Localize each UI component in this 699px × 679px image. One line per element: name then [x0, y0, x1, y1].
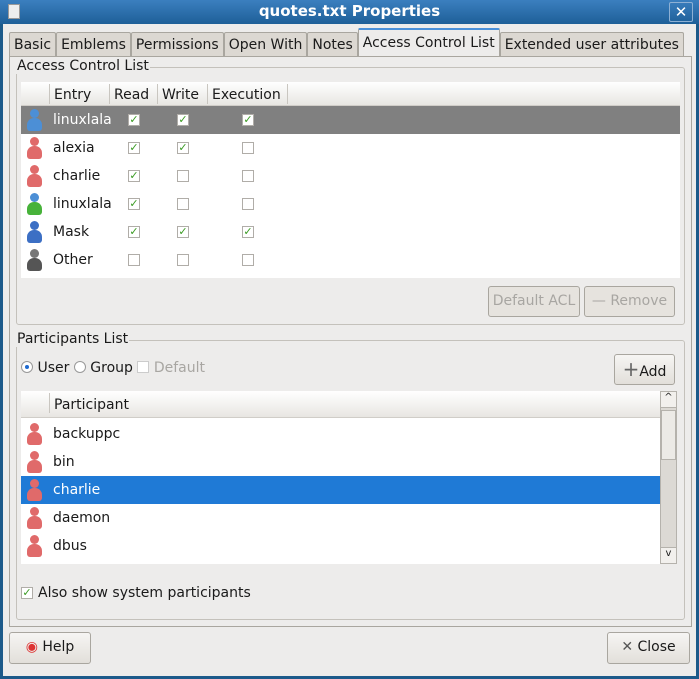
- group-icon: [25, 193, 43, 215]
- execution-checkbox[interactable]: [242, 254, 254, 266]
- tab-emblems[interactable]: Emblems: [56, 32, 131, 57]
- show-system-checkbox[interactable]: ✓: [21, 587, 33, 599]
- tab-open-with[interactable]: Open With: [223, 32, 308, 57]
- write-checkbox[interactable]: [177, 254, 189, 266]
- column-participant[interactable]: Participant: [50, 393, 661, 413]
- window-title: quotes.txt Properties: [258, 2, 441, 20]
- default-acl-button[interactable]: Default ACL: [488, 286, 580, 317]
- acl-entry: linuxlala: [53, 112, 112, 128]
- scrollbar[interactable]: ^ v: [660, 391, 677, 564]
- participants-frame-title: Participants List: [16, 331, 130, 347]
- participant-name: dbus: [53, 538, 87, 554]
- acl-frame: Access Control List Entry Read Write Exe…: [16, 58, 685, 325]
- group-radio[interactable]: [73, 361, 86, 373]
- write-checkbox[interactable]: [177, 170, 189, 182]
- participant-row[interactable]: backuppc: [21, 420, 661, 448]
- user-red-icon: [25, 507, 43, 529]
- user-blue-icon: [25, 109, 43, 131]
- write-checkbox[interactable]: ✓: [177, 114, 189, 126]
- close-icon: ✕: [621, 639, 638, 655]
- acl-row[interactable]: linuxlala ✓ ✓ ✓: [21, 106, 680, 134]
- acl-row[interactable]: Mask ✓ ✓ ✓: [21, 218, 680, 246]
- default-checkbox[interactable]: [137, 361, 150, 373]
- acl-row[interactable]: charlie ✓: [21, 162, 680, 190]
- read-checkbox[interactable]: ✓: [128, 170, 140, 182]
- participant-name: backuppc: [53, 426, 121, 442]
- write-checkbox[interactable]: ✓: [177, 142, 189, 154]
- user-red-icon: [25, 451, 43, 473]
- execution-checkbox[interactable]: [242, 198, 254, 210]
- acl-entry: linuxlala: [53, 196, 112, 212]
- close-button[interactable]: ✕ Close: [607, 632, 690, 664]
- participant-type: User Group Default: [21, 359, 205, 377]
- acl-frame-title: Access Control List: [16, 58, 150, 74]
- acl-header: Entry Read Write Execution: [21, 82, 680, 106]
- acl-row[interactable]: linuxlala ✓: [21, 190, 680, 218]
- close-window-button[interactable]: ✕: [669, 2, 693, 22]
- column-execution[interactable]: Execution: [208, 84, 288, 104]
- remove-icon: —: [591, 293, 611, 309]
- participants-frame: Participants List User Group Default +Ad…: [16, 331, 685, 620]
- read-checkbox[interactable]: ✓: [128, 142, 140, 154]
- tab-panel: Access Control List Entry Read Write Exe…: [9, 56, 692, 627]
- dialog: Basic Emblems Permissions Open With Notes Acc…: [3, 24, 696, 676]
- acl-entry: Other: [53, 252, 93, 268]
- acl-row[interactable]: alexia ✓ ✓: [21, 134, 680, 162]
- remove-button[interactable]: — Remove: [584, 286, 675, 317]
- read-checkbox[interactable]: ✓: [128, 198, 140, 210]
- tab-extended-user-attributes[interactable]: Extended user attributes: [499, 32, 684, 57]
- tab-notes[interactable]: Notes: [307, 32, 358, 57]
- participants-header: Participant: [21, 391, 661, 418]
- execution-checkbox[interactable]: ✓: [242, 114, 254, 126]
- tab-bar: Basic Emblems Permissions Open With Notes Acc…: [9, 28, 684, 57]
- scroll-up-icon[interactable]: ^: [661, 392, 676, 408]
- read-checkbox[interactable]: [128, 254, 140, 266]
- participant-row[interactable]: charlie: [21, 476, 661, 504]
- acl-entry: Mask: [53, 224, 90, 240]
- scroll-thumb[interactable]: [661, 410, 676, 460]
- user-red-icon: [25, 137, 43, 159]
- acl-row[interactable]: Other: [21, 246, 680, 274]
- add-button[interactable]: +Add: [614, 354, 675, 385]
- user-red-icon: [25, 423, 43, 445]
- acl-table[interactable]: Entry Read Write Execution linuxlala ✓ ✓ ✓ a…: [21, 82, 680, 278]
- mask-icon: [25, 221, 43, 243]
- execution-checkbox[interactable]: ✓: [242, 226, 254, 238]
- user-red-icon: [25, 479, 43, 501]
- column-read[interactable]: Read: [110, 84, 158, 104]
- scroll-down-icon[interactable]: v: [661, 547, 676, 563]
- user-red-icon: [25, 535, 43, 557]
- show-system-option[interactable]: ✓ Also show system participants: [21, 585, 251, 601]
- participant-name: bin: [53, 454, 75, 470]
- tab-access-control-list[interactable]: Access Control List: [357, 28, 500, 57]
- column-write[interactable]: Write: [158, 84, 208, 104]
- tab-basic[interactable]: Basic: [9, 32, 57, 57]
- other-icon: [25, 249, 43, 271]
- execution-checkbox[interactable]: [242, 170, 254, 182]
- user-red-icon: [25, 165, 43, 187]
- read-checkbox[interactable]: ✓: [128, 114, 140, 126]
- help-button[interactable]: ◉ Help: [9, 632, 91, 664]
- execution-checkbox[interactable]: [242, 142, 254, 154]
- participants-list[interactable]: Participant backuppc bin charlie daemon dbus: [21, 391, 661, 564]
- help-icon: ◉: [25, 639, 43, 655]
- column-entry[interactable]: Entry: [50, 84, 110, 104]
- acl-entry: alexia: [53, 140, 95, 156]
- participant-row[interactable]: daemon: [21, 504, 661, 532]
- acl-entry: charlie: [53, 168, 101, 184]
- title-bar: quotes.txt Properties ✕: [0, 0, 699, 24]
- user-radio[interactable]: [21, 361, 33, 373]
- participant-name: daemon: [53, 510, 111, 526]
- participant-name: charlie: [53, 482, 101, 498]
- participant-row[interactable]: bin: [21, 448, 661, 476]
- participant-row[interactable]: dbus: [21, 532, 661, 560]
- write-checkbox[interactable]: [177, 198, 189, 210]
- read-checkbox[interactable]: ✓: [128, 226, 140, 238]
- add-icon: +: [622, 357, 640, 381]
- file-icon: [8, 4, 20, 19]
- write-checkbox[interactable]: ✓: [177, 226, 189, 238]
- tab-permissions[interactable]: Permissions: [130, 32, 224, 57]
